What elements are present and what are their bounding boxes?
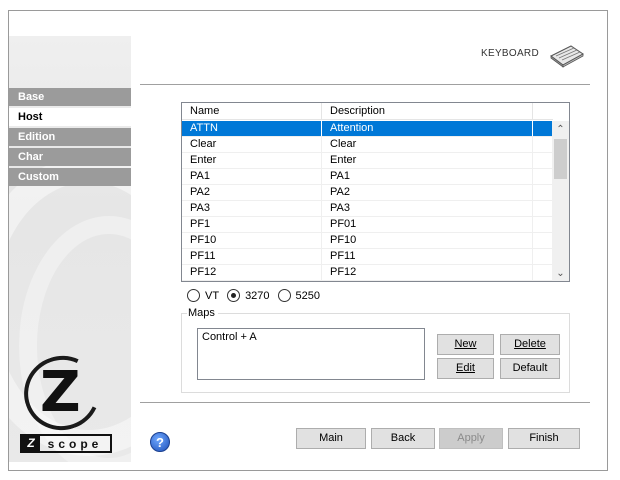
logo-letter: Z (40, 360, 81, 425)
row-description: PA3 (322, 201, 533, 216)
maps-list[interactable]: Control + A (197, 328, 425, 380)
header-divider (140, 84, 590, 85)
default-map-label: Default (512, 362, 548, 374)
sidebar: Base Host Edition Char Custom Z Z scope (9, 36, 131, 462)
logo-wordmark: Z scope (20, 434, 112, 453)
radio-dot (187, 289, 200, 302)
row-description: PF11 (322, 249, 533, 264)
back-button[interactable]: Back (371, 428, 435, 449)
finish-button[interactable]: Finish (508, 428, 580, 449)
list-rows: ATTN Attention Clear Clear Enter Enter PA1 P… (182, 121, 553, 281)
edit-map-button[interactable]: Edit (437, 358, 494, 379)
list-scrollbar[interactable]: ⌃ ⌄ (552, 121, 569, 281)
list-row[interactable]: Clear Clear (182, 137, 553, 153)
list-row[interactable]: Enter Enter (182, 153, 553, 169)
list-row[interactable]: ATTN Attention (182, 121, 553, 137)
logo-text: scope (47, 436, 103, 451)
section-title: KEYBOARD (481, 48, 539, 59)
column-header-description[interactable]: Description (322, 103, 533, 120)
list-row[interactable]: PA3 PA3 (182, 201, 553, 217)
row-description: PF12 (322, 265, 533, 280)
column-header-name[interactable]: Name (182, 103, 322, 120)
edit-map-label: Edit (456, 362, 475, 374)
logo-z-box: Z (22, 436, 40, 451)
keyboard-icon (550, 45, 584, 68)
sidebar-item-custom[interactable]: Custom (9, 168, 131, 186)
scroll-thumb[interactable] (554, 139, 567, 179)
row-name: PF1 (182, 217, 322, 232)
radio-label: 5250 (295, 289, 321, 302)
sidebar-nav: Base Host Edition Char Custom (9, 88, 131, 188)
new-map-label: New (454, 338, 477, 350)
map-entry[interactable]: Control + A (202, 331, 420, 343)
row-description: PF10 (322, 233, 533, 248)
row-name: Clear (182, 137, 322, 152)
sidebar-item-host[interactable]: Host (9, 108, 131, 126)
apply-button[interactable]: Apply (439, 428, 503, 449)
list-row[interactable]: PA2 PA2 (182, 185, 553, 201)
row-description: Enter (322, 153, 533, 168)
delete-map-label: Delete (514, 338, 546, 350)
radio-vt[interactable]: VT (187, 289, 219, 302)
radio-dot (227, 289, 241, 302)
list-row[interactable]: PF1 PF01 (182, 217, 553, 233)
sidebar-item-base[interactable]: Base (9, 88, 131, 106)
new-map-button[interactable]: New (437, 334, 494, 355)
row-name: ATTN (182, 121, 322, 136)
row-description: Clear (322, 137, 533, 152)
list-row[interactable]: PF12 PF12 (182, 265, 553, 281)
maps-legend: Maps (187, 307, 218, 319)
footer-divider (140, 402, 590, 403)
emulation-radio-group: VT 3270 5250 (187, 289, 328, 302)
row-name: PA2 (182, 185, 322, 200)
row-name: PA3 (182, 201, 322, 216)
row-name: PF10 (182, 233, 322, 248)
row-name: PF12 (182, 265, 322, 280)
list-header: Name Description (182, 103, 553, 120)
radio-5250[interactable]: 5250 (277, 289, 321, 302)
radio-dot (277, 289, 291, 302)
sidebar-item-char[interactable]: Char (9, 148, 131, 166)
radio-label: 3270 (245, 289, 270, 302)
list-row[interactable]: PA1 PA1 (182, 169, 553, 185)
radio-3270[interactable]: 3270 (227, 289, 270, 302)
default-map-button[interactable]: Default (500, 358, 560, 379)
main-button[interactable]: Main (296, 428, 366, 449)
row-name: PA1 (182, 169, 322, 184)
key-list[interactable]: Name Description ATTN Attention Clear Clea… (181, 102, 570, 282)
delete-map-button[interactable]: Delete (500, 334, 560, 355)
row-name: Enter (182, 153, 322, 168)
row-description: Attention (322, 121, 533, 136)
radio-label: VT (205, 289, 220, 302)
help-icon[interactable]: ? (150, 432, 170, 452)
scroll-down-icon[interactable]: ⌄ (552, 265, 569, 281)
zscope-logo: Z Z scope (13, 345, 114, 454)
scroll-up-icon[interactable]: ⌃ (552, 121, 569, 138)
sidebar-item-edition[interactable]: Edition (9, 128, 131, 146)
list-row[interactable]: PF11 PF11 (182, 249, 553, 265)
row-name: PF11 (182, 249, 322, 264)
row-description: PF01 (322, 217, 533, 232)
row-description: PA2 (322, 185, 533, 200)
row-description: PA1 (322, 169, 533, 184)
list-row[interactable]: PF10 PF10 (182, 233, 553, 249)
